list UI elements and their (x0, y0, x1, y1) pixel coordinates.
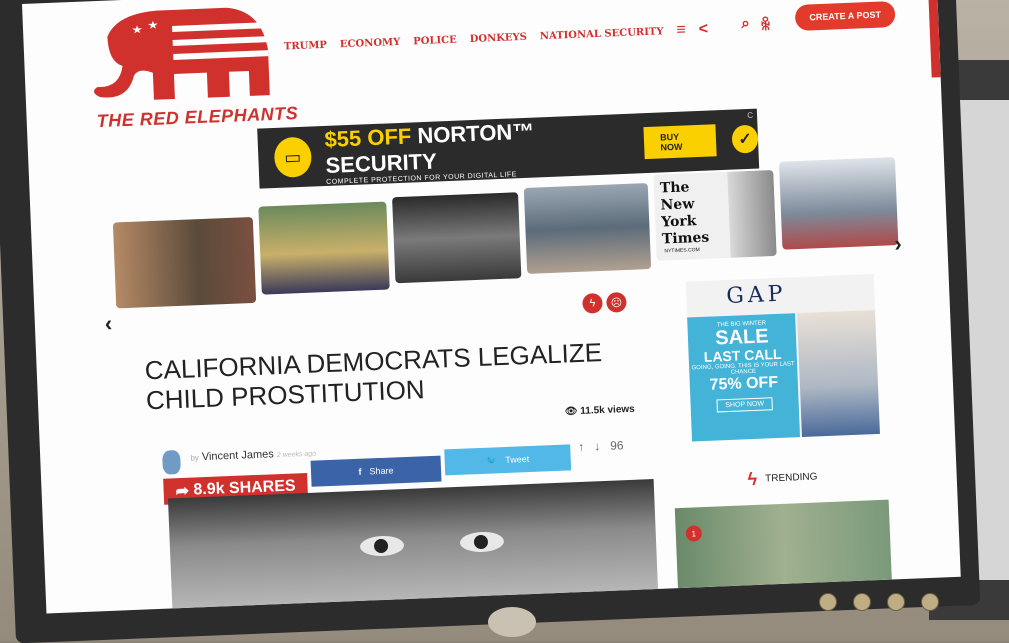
monitor-button[interactable] (819, 593, 837, 611)
ad-choices-icon[interactable]: C (747, 111, 753, 120)
norton-check-icon: ✓ (731, 124, 759, 154)
main-nav: TRUMP ECONOMY POLICE DONKEYS NATIONAL SE… (284, 20, 709, 55)
gap-shop-button[interactable]: SHOP NOW (716, 397, 774, 413)
gap-model-photo (797, 310, 880, 438)
nav-item-economy[interactable]: ECONOMY (340, 36, 401, 49)
carousel-thumb[interactable] (112, 216, 257, 309)
by-label: by (190, 453, 199, 463)
trending-bolt-icon: ϟ (747, 468, 758, 490)
angry-face-icon[interactable]: ☹ (606, 291, 627, 313)
nav-item-trump[interactable]: TRUMP (284, 39, 327, 52)
carousel-thumb[interactable] (392, 192, 522, 284)
nav-item-police[interactable]: POLICE (413, 34, 457, 47)
vote-widget: ↑ ↓ 96 (578, 438, 624, 454)
twitter-share-label: Tweet (505, 454, 530, 465)
nyt-face-image (727, 169, 777, 258)
ad-price: $55 OFF (324, 122, 412, 152)
carousel-thumb[interactable] (258, 201, 390, 295)
monitor-brand-logo (488, 607, 536, 637)
computer-icon: ▭ (273, 136, 313, 178)
carousel-next-icon[interactable]: › (894, 231, 902, 257)
monitor-power-button[interactable] (921, 593, 939, 611)
author-name[interactable]: Vincent James (202, 448, 274, 463)
view-count: 👁 11.5k views (565, 404, 635, 418)
lightning-icon[interactable]: ϟ (582, 292, 603, 314)
upvote-icon[interactable]: ↑ (578, 440, 585, 454)
twitter-icon: 🐦 (485, 454, 498, 466)
user-icon[interactable]: ꆜ (759, 14, 772, 34)
monitor-button[interactable] (853, 593, 871, 611)
reaction-badges: ϟ ☹ (582, 291, 627, 314)
nav-item-donkeys[interactable]: DONKEYS (470, 31, 528, 44)
author-line: by Vincent James 2 weeks ago (190, 447, 316, 464)
nav-item-national-security[interactable]: NATIONAL SECURITY (540, 26, 664, 42)
carousel-prev-icon[interactable]: ‹ (104, 311, 112, 337)
trending-label: TRENDING (764, 471, 818, 485)
share-icon[interactable]: < (698, 20, 708, 38)
gap-sale-panel: THE BIG WINTER SALE LAST CALL GOING, GOI… (687, 313, 801, 442)
search-icon[interactable]: ⌕ (741, 15, 750, 35)
monitor-button[interactable] (887, 593, 905, 611)
nyt-url: NYTIMES.COM (664, 247, 700, 255)
gap-discount: 75% OFF (709, 373, 779, 394)
author-avatar[interactable] (162, 450, 181, 475)
facebook-icon: f (358, 466, 362, 477)
carousel-thumb-nyt[interactable]: The New York Times NYTIMES.COM (653, 169, 777, 261)
eye-icon: 👁 (564, 406, 578, 418)
hamburger-icon[interactable]: ≡ (676, 21, 686, 39)
downvote-icon[interactable]: ↓ (594, 439, 601, 453)
facebook-share-label: Share (369, 465, 394, 477)
gap-sidebar-ad[interactable]: GAP THE BIG WINTER SALE LAST CALL GOING,… (685, 274, 880, 442)
twitter-share-button[interactable]: 🐦 Tweet (444, 444, 572, 476)
view-count-text: 11.5k views (580, 403, 635, 417)
vote-count: 96 (609, 438, 624, 453)
nyt-masthead: The New York Times (659, 179, 710, 248)
trending-thumbnails[interactable] (674, 499, 892, 589)
gap-logo: GAP (725, 281, 788, 309)
hero-eye (359, 535, 405, 557)
carousel-thumb[interactable] (523, 183, 652, 274)
carousel-thumb[interactable] (778, 157, 899, 250)
browser-screen: THE RED ELEPHANTS TRUMP ECONOMY POLICE D… (22, 0, 961, 614)
hero-eye (459, 531, 505, 553)
ad-buy-button[interactable]: BUY NOW (643, 124, 717, 160)
post-age: 2 weeks ago (276, 450, 317, 460)
monitor-buttons (819, 593, 939, 611)
facebook-share-button[interactable]: f Share (310, 455, 442, 487)
create-post-button[interactable]: CREATE A POST (794, 0, 896, 31)
header-icons: ⌕ ꆜ (741, 14, 772, 35)
ad-copy: $55 OFF NORTON™ SECURITY COMPLETE PROTEC… (324, 114, 628, 185)
trending-header: ϟ TRENDING (747, 466, 818, 490)
article-title: CALIFORNIA DEMOCRATS LEGALIZE CHILD PROS… (144, 337, 603, 416)
